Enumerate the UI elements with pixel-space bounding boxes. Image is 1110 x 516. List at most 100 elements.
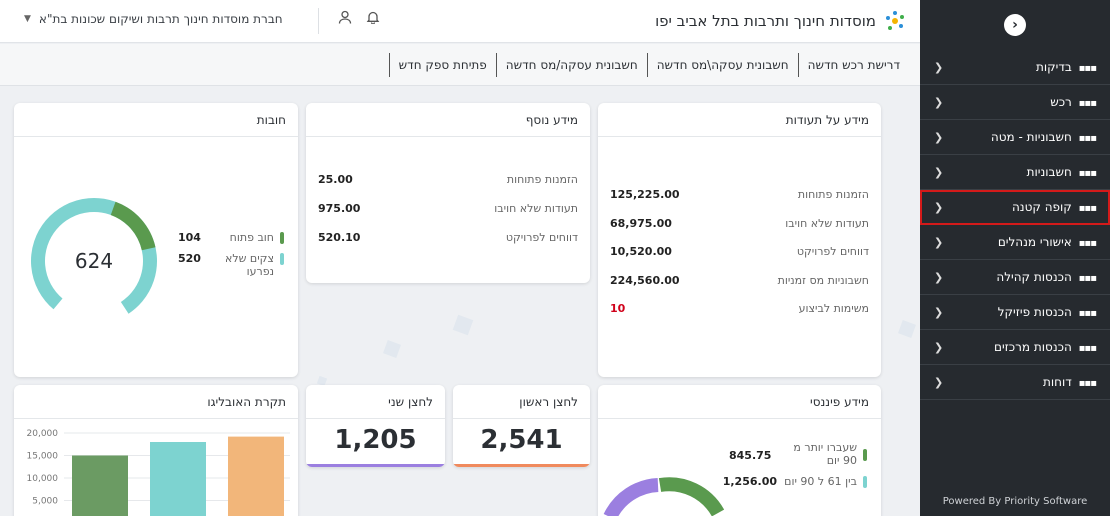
grid-icon: ▪▪▪	[1078, 273, 1097, 284]
info-row-label: משימות לביצוע	[798, 302, 869, 315]
sidebar-item[interactable]: ▪▪▪ דוחות ❮	[920, 365, 1110, 400]
info-row-label: הזמנות פתוחות	[506, 173, 578, 186]
kpi-first-bar	[453, 464, 590, 467]
donut-segment-purple	[603, 478, 659, 516]
sidebar-item[interactable]: ▪▪▪ קופה קטנה ❮	[920, 190, 1110, 225]
legend-swatch	[863, 449, 867, 461]
debts-card: חובות חוב פתוח 104 צקים שלא נפרעו 520 62…	[14, 103, 298, 377]
y-tick-label: 15,000	[27, 452, 59, 462]
collapse-sidebar-icon[interactable]: ›	[1004, 14, 1026, 36]
sidebar-item-label: בדיקות	[1035, 60, 1072, 74]
info-row[interactable]: הזמנות פתוחות 125,225.00	[598, 188, 881, 201]
company-selector[interactable]: חברת מוסדות חינוך תרבות ושיקום שכונות בת…	[24, 12, 283, 26]
sidebar-item[interactable]: ▪▪▪ הכנסות קהילה ❮	[920, 260, 1110, 295]
info-row[interactable]: הזמנות פתוחות 25.00	[306, 173, 590, 186]
info-row[interactable]: דווחים לפרויקט 520.10	[306, 231, 590, 244]
info-row-label: דווחים לפרויקט	[796, 245, 869, 258]
info-row[interactable]: משימות לביצוע 10	[598, 302, 881, 315]
brand-logo-icon	[884, 10, 906, 32]
sidebar-item-label: דוחות	[1043, 375, 1072, 389]
info-row[interactable]: דווחים לפרויקט 10,520.00	[598, 245, 881, 258]
topbar-icons	[338, 10, 380, 28]
sidebar-item[interactable]: ▪▪▪ אישורי מנהלים ❮	[920, 225, 1110, 260]
sidebar-item[interactable]: ▪▪▪ חשבוניות - מטה ❮	[920, 120, 1110, 155]
grid-icon: ▪▪▪	[1078, 98, 1097, 109]
legend-value: 104	[178, 231, 201, 244]
new-supplier-button[interactable]: פתיחת ספק חדש	[393, 58, 493, 72]
brand: מוסדות חינוך ותרבות בתל אביב יפו	[655, 10, 906, 32]
sidebar-item-text: ▪▪▪ רכש	[1050, 95, 1097, 109]
donut-segment-green	[658, 477, 725, 516]
info-row[interactable]: חשבוניות מס זמניות 224,560.00	[598, 274, 881, 287]
kpi-second-card[interactable]: לחצן שני 1,205	[306, 385, 445, 467]
app-title: מוסדות חינוך ותרבות בתל אביב יפו	[655, 12, 876, 30]
powered-by: Powered By Priority Software	[942, 495, 1088, 507]
top-bar: מוסדות חינוך ותרבות בתל אביב יפו חברת מו…	[0, 0, 920, 43]
legend-label: בין 61 ל 90 יום	[784, 475, 857, 488]
sidebar-item-text: ▪▪▪ בדיקות	[1035, 60, 1097, 74]
legend-label: צקים שלא נפרעו	[225, 252, 274, 278]
info-row-label: תעודות שלא חויבו	[785, 216, 869, 230]
sidebar-item-text: ▪▪▪ אישורי מנהלים	[998, 235, 1097, 249]
y-tick-label: 20,000	[27, 429, 59, 439]
info-row[interactable]: תעודות שלא חויבו 975.00	[306, 202, 590, 215]
action-divider	[797, 52, 799, 77]
sidebar-item[interactable]: ▪▪▪ בדיקות ❮	[920, 50, 1110, 85]
grid-icon: ▪▪▪	[1078, 168, 1097, 179]
sidebar-item[interactable]: ▪▪▪ חשבוניות ❮	[920, 155, 1110, 190]
info-row-value: 224,560.00	[610, 273, 680, 287]
legend-item: בין 61 ל 90 יום 1,256.00	[722, 475, 867, 488]
chevron-left-icon: ❮	[934, 305, 944, 319]
financial-donut	[603, 477, 725, 516]
sidebar-item-text: ▪▪▪ חשבוניות - מטה	[990, 130, 1097, 144]
info-row-label: הזמנות פתוחות	[797, 188, 869, 201]
info-row-label: תעודות שלא חויבו	[494, 202, 578, 215]
financial-card: מידע פיננסי שעברו יותר מ 90 יום 845.75 ב…	[598, 385, 881, 516]
grid-icon: ▪▪▪	[1078, 238, 1097, 249]
sidebar: › ▪▪▪ בדיקות ❮ ▪▪▪ רכש ❮ ▪▪▪ חשבוניות - מטה ❮…	[920, 0, 1110, 516]
info-row-value: 10	[610, 302, 626, 315]
chevron-left-icon: ❮	[934, 340, 944, 354]
sidebar-item-label: חשבוניות - מטה	[990, 130, 1072, 144]
legend-value: 1,256.00	[722, 475, 777, 488]
sidebar-item[interactable]: ▪▪▪ רכש ❮	[920, 85, 1110, 120]
new-tax-invoice-button[interactable]: חשבונית עסקה\מס חדשה	[651, 58, 795, 72]
sidebar-item-label: קופה קטנה	[1011, 200, 1072, 214]
bar[interactable]	[72, 455, 128, 516]
sidebar-item[interactable]: ▪▪▪ הכנסות מרכזים ❮	[920, 330, 1110, 365]
budget-bar-chart: 20,000 15,000 10,000 5,000	[27, 429, 290, 516]
grid-icon: ▪▪▪	[1078, 308, 1097, 319]
grid-icon: ▪▪▪	[1078, 203, 1097, 214]
info-row-value: 125,225.00	[610, 188, 680, 201]
kpi-first-card[interactable]: לחצן ראשון 2,541	[453, 385, 590, 467]
grid-icon: ▪▪▪	[1078, 343, 1097, 354]
debts-legend: חוב פתוח 104 צקים שלא נפרעו 520	[178, 231, 284, 286]
chevron-left-icon: ❮	[934, 375, 944, 389]
debts-total: 624	[75, 249, 113, 273]
chevron-left-icon: ❮	[934, 95, 944, 109]
chevron-left-icon: ❮	[934, 200, 944, 214]
sidebar-item-label: הכנסות מרכזים	[994, 340, 1072, 354]
new-purchase-request-button[interactable]: דרישת רכש חדשה	[802, 58, 906, 72]
action-divider	[388, 52, 390, 77]
kpi-first-title: לחצן ראשון	[453, 385, 590, 419]
chevron-left-icon: ❮	[934, 165, 944, 179]
user-icon[interactable]	[338, 10, 352, 28]
y-tick-label: 5,000	[32, 497, 58, 507]
new-tax-invoice-alt-button[interactable]: חשבונית עסקה/מס חדשה	[500, 58, 644, 72]
bar[interactable]	[150, 442, 206, 516]
bar[interactable]	[228, 436, 284, 516]
sidebar-item-text: ▪▪▪ קופה קטנה	[1011, 200, 1097, 214]
sidebar-item[interactable]: ▪▪▪ הכנסות פיזיקל ❮	[920, 295, 1110, 330]
info-row[interactable]: תעודות שלא חויבו 68,975.00	[598, 217, 881, 230]
financial-legend: שעברו יותר מ 90 יום 845.75 בין 61 ל 90 י…	[722, 441, 867, 496]
bell-icon[interactable]	[366, 10, 380, 28]
financial-title: מידע פיננסי	[598, 385, 881, 419]
sidebar-item-label: הכנסות קהילה	[996, 270, 1072, 284]
legend-item: צקים שלא נפרעו 520	[178, 252, 284, 278]
grid-icon: ▪▪▪	[1078, 378, 1097, 389]
info-row-label: דווחים לפרויקט	[505, 231, 578, 244]
kpi-second-bar	[306, 464, 445, 467]
info-row-value: 68,975.00	[610, 216, 672, 230]
decor-shape	[452, 314, 474, 336]
